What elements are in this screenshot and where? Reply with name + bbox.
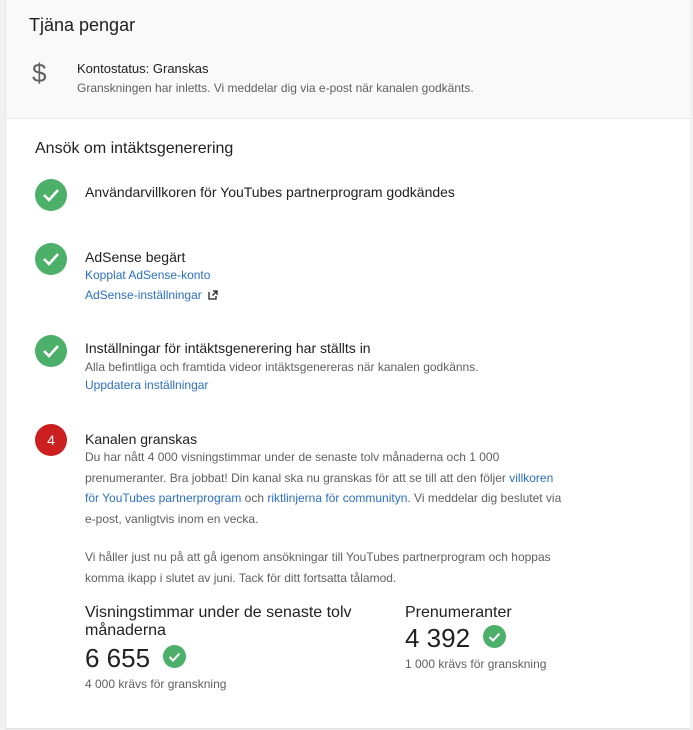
apply-title: Ansök om intäktsgenerering <box>35 140 234 157</box>
subscribers-requirement: 1 000 krävs för granskning <box>405 657 547 671</box>
account-status-section: Tjäna pengar $ Kontostatus: Granskas Gra… <box>6 0 690 119</box>
dollar-icon: $ <box>32 58 47 88</box>
update-settings-link[interactable]: Uppdatera inställningar <box>85 378 208 392</box>
review-note-paragraph: Vi håller just nu på att gå igenom ansök… <box>85 550 551 585</box>
step-review-title: Kanalen granskas <box>85 431 198 447</box>
account-status-description: Granskningen har inletts. Vi meddelar di… <box>77 81 474 95</box>
step-number-badge: 4 <box>35 424 67 456</box>
community-guidelines-link[interactable]: riktlinjerna för communityn <box>267 491 407 505</box>
account-status: Kontostatus: Granskas <box>77 61 209 76</box>
step-adsense-title: AdSense begärt <box>85 249 186 265</box>
adsense-settings-label: AdSense-inställningar <box>85 288 202 302</box>
step-settings-title: Inställningar för intäktsgenerering har … <box>85 340 371 356</box>
adsense-account-link[interactable]: Kopplat AdSense-konto <box>85 268 210 282</box>
check-icon <box>35 243 67 275</box>
review-paragraph: Du har nått 4 000 visningstimmar under d… <box>85 447 565 529</box>
watch-hours-check-icon <box>163 645 186 668</box>
subscribers-check-icon <box>483 625 506 648</box>
adsense-settings-link[interactable]: AdSense-inställningar <box>85 288 218 302</box>
watch-hours-requirement: 4 000 krävs för granskning <box>85 677 227 691</box>
subscribers-value: 4 392 <box>405 623 471 653</box>
check-icon <box>35 179 67 211</box>
watch-hours-label: Visningstimmar under de senaste tolv mån… <box>85 604 352 639</box>
external-link-icon <box>208 290 218 300</box>
review-text-part: och <box>241 491 268 505</box>
step-settings-description: Alla befintliga och framtida videor intä… <box>85 360 479 374</box>
step-terms-title: Användarvillkoren för YouTubes partnerpr… <box>85 184 455 200</box>
watch-hours-value: 6 655 <box>85 643 151 673</box>
review-text-part: Du har nått 4 000 visningstimmar under d… <box>85 450 510 485</box>
monetization-card: Tjäna pengar $ Kontostatus: Granskas Gra… <box>5 0 690 729</box>
page-title: Tjäna pengar <box>29 15 136 35</box>
subscribers-label: Prenumeranter <box>405 604 512 621</box>
check-icon <box>35 335 67 367</box>
